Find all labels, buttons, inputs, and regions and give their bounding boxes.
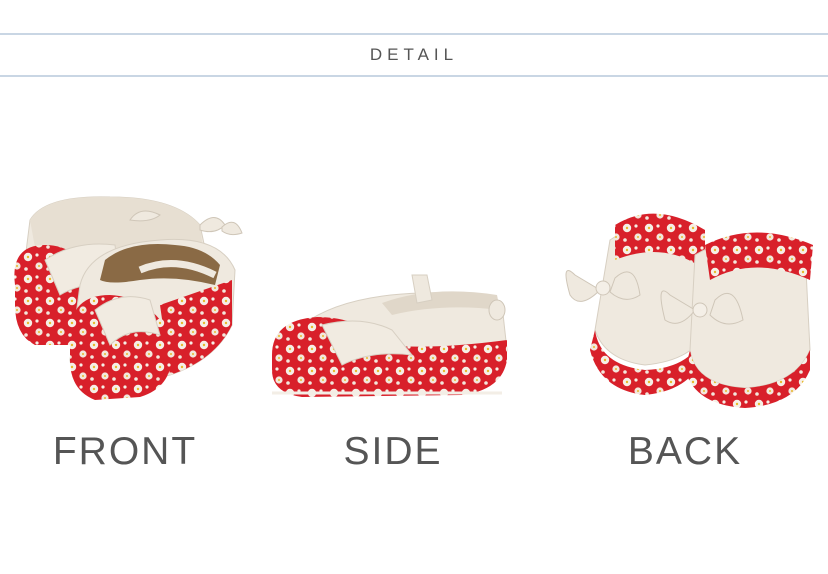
caption-front: FRONT (52, 430, 198, 473)
back-view-photo (555, 200, 828, 410)
caption-back: BACK (627, 430, 743, 473)
front-view-photo (0, 185, 250, 415)
detail-header-band: DETAIL (0, 33, 828, 77)
side-view-photo (262, 255, 552, 405)
section-title: DETAIL (369, 45, 459, 64)
caption-side: SIDE (343, 430, 443, 473)
